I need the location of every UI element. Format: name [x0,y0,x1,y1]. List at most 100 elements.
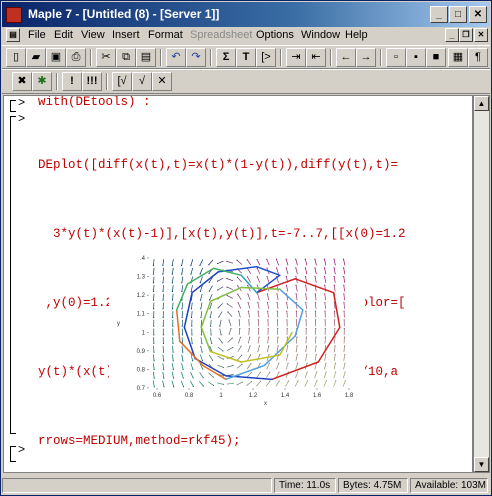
scroll-up-icon[interactable]: ▲ [474,96,489,111]
field-arrow [226,286,234,290]
debug-icon[interactable]: ✱ [32,72,52,91]
field-arrowhead [153,351,155,353]
field-arrowhead [202,385,205,387]
outdent-icon[interactable]: ⇤ [306,48,326,67]
field-arrowhead [278,371,280,373]
solution-curve-segment [317,326,341,363]
open-icon[interactable]: ▰ [26,48,46,67]
field-arrowhead [343,275,345,278]
doc-minimize-button[interactable]: _ [445,28,459,42]
menu-format[interactable]: Format [148,29,183,41]
field-arrow [153,363,155,370]
field-arrow [294,380,299,387]
menu-view[interactable]: View [81,29,105,41]
indent-icon[interactable]: ⇥ [286,48,306,67]
field-arrowhead [192,385,195,388]
menu-file[interactable]: File [28,29,46,41]
toolbar-separator [90,49,92,66]
field-arrowhead [343,284,345,286]
save-icon[interactable]: ▣ [46,48,66,67]
solution-curve-segment [263,335,296,367]
field-arrowhead [343,267,345,269]
doc-restore-button[interactable]: ❐ [459,28,473,42]
field-arrow [305,354,308,361]
field-arrowhead [285,258,287,260]
field-arrowhead [241,381,243,383]
solution-curve-segment [183,326,196,360]
field-arrowhead [250,372,252,374]
arrow-left-icon[interactable]: ← [336,48,356,67]
maximize-button[interactable]: □ [449,6,467,23]
execute-icon[interactable]: ! [62,72,82,91]
field-arrow [218,337,223,344]
doc-close-button[interactable]: ✕ [474,28,488,42]
execution-group-bracket[interactable] [10,446,16,462]
field-arrow [276,267,279,275]
field-arrow [286,311,288,318]
phase-portrait-plot[interactable]: .4 1.3 1.2 1.1 1 0.9 0.8 0.7 0.6 0.8 1 1.2 1.4 1.6 1.… [109,248,365,413]
zoom-small-icon[interactable]: ▫ [386,48,406,67]
field-arrowhead [266,258,268,260]
menu-help[interactable]: Help [345,29,368,41]
vertical-scrollbar[interactable]: ▲ ▼ [473,95,490,473]
menu-insert[interactable]: Insert [112,29,140,41]
undo-icon[interactable]: ↶ [166,48,186,67]
field-arrow [162,259,165,266]
execute-all-icon[interactable]: !!! [82,72,102,91]
menu-edit[interactable]: Edit [54,29,73,41]
field-arrow [153,276,155,283]
check-icon[interactable]: √ [132,72,152,91]
display-icon[interactable]: ▦ [448,48,468,67]
field-arrowhead [201,351,203,353]
field-arrowhead [222,366,225,369]
field-arrow [314,259,317,266]
menu-options[interactable]: Options [256,29,294,41]
cut-icon[interactable]: ✂ [96,48,116,67]
field-arrow [257,311,260,318]
cross-icon[interactable]: ✕ [152,72,172,91]
field-arrowhead [315,345,317,347]
check-bracket-icon[interactable]: [√ [112,72,132,91]
field-arrowhead [241,363,243,365]
arrow-right-icon[interactable]: → [356,48,376,67]
input-icon[interactable]: [> [256,48,276,67]
stop-icon[interactable]: ✖ [12,72,32,91]
title-bar[interactable]: Maple 7 - [Untitled (8) - [Server 1]] _ … [2,2,490,27]
text-icon[interactable]: T [236,48,256,67]
redo-icon[interactable]: ↷ [186,48,206,67]
menu-window[interactable]: Window [301,29,340,41]
document-icon[interactable]: ▤ [6,28,20,42]
field-arrow [191,302,193,309]
format-icon[interactable]: ¶ [468,48,488,67]
field-arrow [343,267,346,275]
copy-icon[interactable]: ⧉ [116,48,136,67]
field-arrowhead [171,264,173,267]
sigma-icon[interactable]: Σ [216,48,236,67]
field-arrow [267,311,269,318]
solution-curve-segment [271,361,319,381]
execution-group-bracket[interactable] [10,116,16,434]
menu-spreadsheet[interactable]: Spreadsheet [190,29,252,41]
field-arrowhead [276,319,279,321]
scroll-down-icon[interactable]: ▼ [474,457,489,472]
execution-group-bracket[interactable] [10,100,16,112]
zoom-large-icon[interactable]: ■ [426,48,446,67]
field-arrowhead [181,273,183,275]
field-arrowhead [238,319,240,321]
field-arrowhead [296,353,298,356]
field-arrow [343,345,345,353]
field-arrow [266,372,270,378]
field-arrow [246,259,252,266]
field-arrow [324,293,326,301]
field-arrow [314,380,318,387]
print-icon[interactable]: ⎙ [66,48,86,67]
paste-icon[interactable]: ▤ [136,48,156,67]
field-arrowhead [277,345,279,347]
minimize-button[interactable]: _ [430,6,448,23]
new-icon[interactable]: ▯ [6,48,26,67]
close-button[interactable]: ✕ [469,6,487,23]
field-arrow [172,293,174,301]
zoom-medium-icon[interactable]: ▪ [406,48,426,67]
field-arrowhead [343,336,346,338]
field-arrow [286,285,289,292]
